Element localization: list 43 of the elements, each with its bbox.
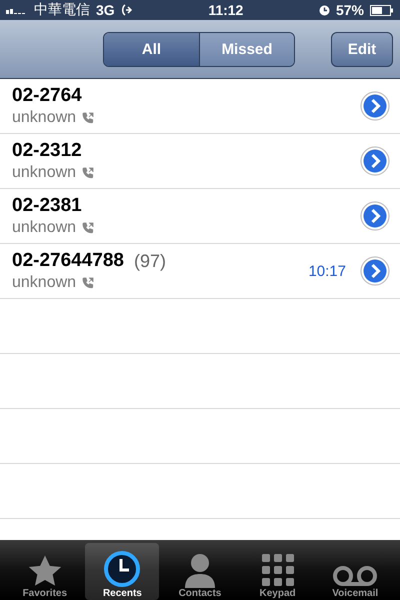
phone-icon xyxy=(82,112,94,124)
phone-number: 02-2764 xyxy=(12,85,82,107)
phone-icon xyxy=(82,222,94,234)
call-count: (97) xyxy=(134,250,166,272)
call-label: unknown xyxy=(12,164,76,182)
person-icon xyxy=(184,552,216,588)
phone-icon xyxy=(82,167,94,179)
phone-number: 02-27644788 xyxy=(12,250,124,272)
tab-label: Contacts xyxy=(178,588,222,599)
clock-icon xyxy=(103,550,142,588)
voicemail-icon xyxy=(332,564,378,588)
signal-icon xyxy=(6,6,28,14)
detail-disclosure-icon[interactable] xyxy=(360,146,390,176)
tab-label: Favorites xyxy=(22,588,68,599)
tab-bar-item[interactable]: Recents xyxy=(85,543,160,600)
filter-tab[interactable]: All xyxy=(104,32,199,66)
keypad-icon xyxy=(262,554,294,588)
detail-disclosure-icon[interactable] xyxy=(360,91,390,121)
tab-label: Keypad xyxy=(260,588,296,599)
tab-bar-item[interactable]: Keypad xyxy=(240,543,315,600)
tab-bar-item[interactable]: Voicemail xyxy=(318,543,392,600)
carrier-name: 中華電信 xyxy=(34,1,90,19)
battery-icon xyxy=(370,4,394,16)
tab-bar-item[interactable]: Favorites xyxy=(8,543,82,600)
call-forward-icon xyxy=(120,4,133,16)
detail-disclosure-icon[interactable] xyxy=(360,201,390,231)
call-label: unknown xyxy=(12,219,76,237)
network-type: 3G xyxy=(96,2,115,18)
phone-number: 02-2381 xyxy=(12,195,82,217)
call-label: unknown xyxy=(12,109,76,127)
call-label: unknown xyxy=(12,274,76,292)
call-time: 10:17 xyxy=(308,262,346,280)
tab-bar-item[interactable]: Contacts xyxy=(162,543,237,600)
alarm-icon xyxy=(318,4,330,16)
detail-disclosure-icon[interactable] xyxy=(360,256,390,286)
clock-time: 11:12 xyxy=(208,2,244,18)
phone-number: 02-2312 xyxy=(12,140,82,162)
tab-label: Recents xyxy=(102,588,142,599)
battery-percent: 57% xyxy=(336,2,364,18)
edit-button[interactable]: Edit xyxy=(331,32,393,66)
phone-icon xyxy=(82,277,94,289)
tab-label: Voicemail xyxy=(332,588,378,599)
star-icon xyxy=(26,554,63,588)
